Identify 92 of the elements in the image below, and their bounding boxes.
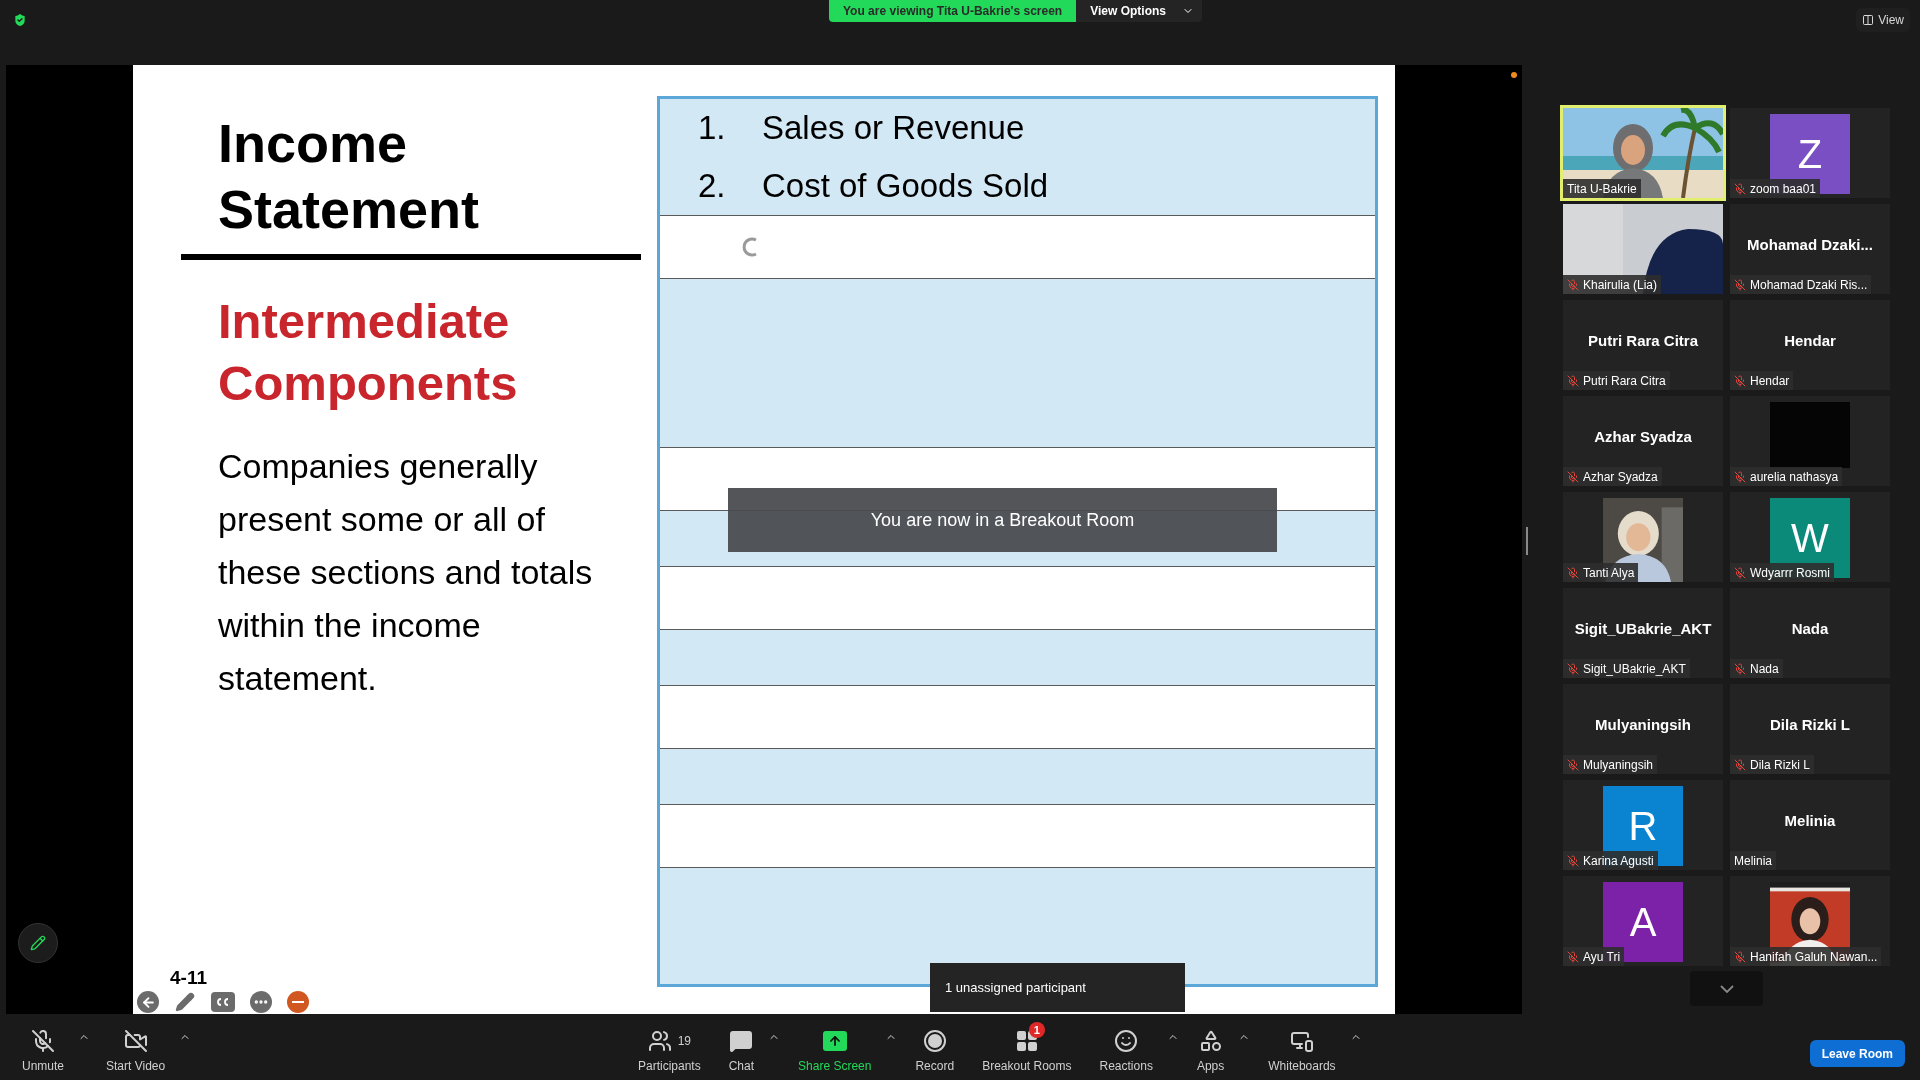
page-number: 4-11 <box>170 968 207 988</box>
leave-room-button[interactable]: Leave Room <box>1809 1040 1905 1067</box>
toolbar-button[interactable]: Reactions <box>1087 1014 1165 1080</box>
toolbar-button[interactable]: Record <box>903 1014 967 1080</box>
view-options-button[interactable]: View Options <box>1076 0 1202 22</box>
participant-tile[interactable]: Hendar Hendar <box>1730 300 1890 390</box>
participant-name: Sigit_UBakrie_AKT <box>1583 660 1686 678</box>
pencil-icon <box>175 992 195 1012</box>
participant-tile[interactable]: W Wdyarrr Rosmi <box>1730 492 1890 582</box>
participant-name: zoom baa01 <box>1750 180 1817 198</box>
participant-tile[interactable]: Mohamad Dzaki... Mohamad Dzaki Ris... <box>1730 204 1890 294</box>
participant-display-name: Sigit_UBakrie_AKT <box>1574 619 1712 639</box>
muted-mic-icon <box>31 1029 55 1053</box>
shield-icon[interactable] <box>12 12 28 28</box>
participant-name: Dila Rizki L <box>1750 756 1810 774</box>
participant-name: Khairulia (Lia) <box>1583 276 1658 294</box>
participant-tile[interactable]: aurelia nathasya <box>1730 396 1890 486</box>
participant-count: 19 <box>677 1033 692 1050</box>
participant-display-name: Dila Rizki L <box>1770 715 1850 735</box>
smiley-icon <box>1114 1029 1139 1053</box>
participant-name: Mohamad Dzaki Ris... <box>1750 276 1868 294</box>
participant-display-name: Melinia <box>1784 811 1836 831</box>
slide-title: Income Statement <box>218 112 481 241</box>
participant-tile[interactable]: Melinia Melinia <box>1730 780 1890 870</box>
participant-tile[interactable]: R Karina Agusti <box>1563 780 1723 870</box>
participant-tile[interactable]: Hanifah Galuh Nawan... <box>1730 876 1890 966</box>
participant-tile[interactable]: Z zoom baa01 <box>1730 108 1890 198</box>
participant-name: Melinia <box>1734 852 1772 870</box>
back-button[interactable] <box>137 991 159 1013</box>
layout-icon <box>1862 14 1875 26</box>
participant-tile[interactable]: Tanti Alya <box>1563 492 1723 582</box>
resize-handle[interactable] <box>1526 527 1528 555</box>
participant-tile[interactable]: Tita U-Bakrie <box>1563 108 1723 198</box>
participant-tile[interactable]: Putri Rara Citra Putri Rara Citra <box>1563 300 1723 390</box>
participant-name: Tita U-Bakrie <box>1567 180 1637 198</box>
minus-icon <box>292 1001 304 1003</box>
participant-display-name: Mulyaningsih <box>1595 715 1691 735</box>
view-button[interactable]: View <box>1856 8 1910 32</box>
video-off-icon <box>123 1029 148 1053</box>
screen-share-banner: You are viewing Tita U-Bakrie's screen <box>829 0 1077 22</box>
toolbar-button[interactable]: Whiteboards <box>1256 1014 1348 1080</box>
toolbar-button[interactable]: Apps <box>1184 1014 1237 1080</box>
chat-bubble-icon <box>729 1029 754 1053</box>
people-icon <box>647 1029 672 1053</box>
captions-icon <box>215 997 231 1007</box>
participant-name: Azhar Syadza <box>1583 468 1658 486</box>
end-button[interactable] <box>287 991 309 1013</box>
breakout-toast: You are now in a Breakout Room <box>728 488 1277 552</box>
unassigned-tooltip: 1 unassigned participant <box>930 963 1185 1012</box>
participant-name: Mulyaningsih <box>1583 756 1654 774</box>
participant-name: Hendar <box>1750 372 1790 390</box>
slide-subtitle: Intermediate Components <box>218 293 519 412</box>
participant-name: aurelia nathasya <box>1750 468 1839 486</box>
captions-button[interactable] <box>211 992 235 1012</box>
participant-tile[interactable]: Sigit_UBakrie_AKT Sigit_UBakrie_AKT <box>1563 588 1723 678</box>
toolbar-button[interactable]: Start Video <box>94 1014 178 1080</box>
participant-tile[interactable]: Mulyaningsih Mulyaningsih <box>1563 684 1723 774</box>
chevron-down-icon <box>1719 984 1734 993</box>
record-icon <box>923 1030 946 1052</box>
slide-paragraph: Companies generally present some or all of these sections and totals within the income statement. <box>218 446 594 699</box>
participant-display-name: Mohamad Dzaki... <box>1747 235 1873 255</box>
participant-tile[interactable]: Azhar Syadza Azhar Syadza <box>1563 396 1723 486</box>
toolbar-button[interactable]: Chat <box>716 1014 767 1080</box>
participant-display-name: Hendar <box>1784 331 1836 351</box>
participant-tile[interactable]: A Ayu Tri <box>1563 876 1723 966</box>
participant-name: Ayu Tri <box>1583 948 1621 966</box>
pen-button[interactable] <box>174 991 196 1013</box>
notification-badge: 1 <box>1028 1022 1045 1038</box>
apps-icon <box>1198 1029 1223 1053</box>
participant-name: Wdyarrr Rosmi <box>1750 564 1830 582</box>
list-item: Sales or Revenue <box>762 108 1025 149</box>
list-item: Cost of Goods Sold <box>762 166 1049 207</box>
participant-tile[interactable]: Khairulia (Lia) <box>1563 204 1723 294</box>
more-button[interactable] <box>250 991 272 1013</box>
toolbar-button[interactable]: Share Screen <box>786 1014 884 1080</box>
participant-display-name: Nada <box>1791 619 1829 639</box>
participant-name: Hanifah Galuh Nawan... <box>1750 948 1878 966</box>
toolbar-button[interactable]: Unmute <box>10 1014 77 1080</box>
toolbar-button[interactable]: 19 Participants <box>626 1014 713 1080</box>
participant-name: Karina Agusti <box>1583 852 1654 870</box>
participant-display-name: Azhar Syadza <box>1594 427 1692 447</box>
list-number: 2. <box>698 166 727 207</box>
participant-name: Nada <box>1750 660 1779 678</box>
pencil-icon <box>30 935 46 951</box>
toolbar-button[interactable]: 1 Breakout Rooms <box>970 1014 1084 1080</box>
participant-tile[interactable]: Nada Nada <box>1730 588 1890 678</box>
participant-display-name: Putri Rara Citra <box>1587 331 1698 351</box>
participant-name: Putri Rara Citra <box>1583 372 1666 390</box>
participant-name: Tanti Alya <box>1583 564 1635 582</box>
list-number: 1. <box>698 108 727 149</box>
participant-tile[interactable]: Dila Rizki L Dila Rizki L <box>1730 684 1890 774</box>
whiteboard-icon <box>1289 1029 1314 1053</box>
